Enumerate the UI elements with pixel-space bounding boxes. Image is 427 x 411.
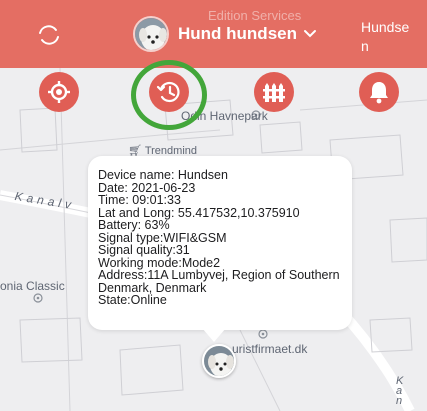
chevron-down-icon (303, 30, 316, 38)
map-label-place: onia Classic (0, 279, 65, 293)
dog-avatar-icon (135, 18, 167, 50)
info-address: Address:11A Lumbyvej, Region of Southern (98, 268, 340, 282)
history-highlight-ring (131, 60, 207, 130)
device-location-marker[interactable] (202, 344, 236, 378)
fence-button[interactable] (254, 72, 294, 112)
fence-icon (263, 83, 285, 102)
info-device-name: Device name: Hundsen (98, 168, 228, 182)
map-label-business: uristfirmaet.dk (232, 342, 308, 356)
bell-icon (370, 82, 388, 104)
info-battery: Battery: 63% (98, 218, 170, 232)
info-state: State:Online (98, 293, 167, 307)
locate-button[interactable] (39, 72, 79, 112)
popup-pointer (202, 328, 226, 342)
device-info-popup: Device name: Hundsen Date: 2021-06-23 Ti… (88, 156, 352, 330)
device-selector[interactable]: Hund hundsen (133, 14, 317, 54)
top-bar: Edition Services Hund hundsen Hundsen (0, 0, 427, 68)
crosshair-icon (48, 81, 70, 103)
refresh-icon[interactable] (36, 22, 62, 48)
alarm-button[interactable] (359, 72, 399, 112)
account-name[interactable]: Hundsen (361, 18, 411, 56)
device-avatar (133, 16, 169, 52)
info-signal-quality: Signal quality:31 (98, 243, 190, 257)
device-name: Hund hundsen (178, 24, 297, 43)
map-label-road-right: Kan (396, 375, 404, 407)
info-time: Time: 09:01:33 (98, 193, 181, 207)
